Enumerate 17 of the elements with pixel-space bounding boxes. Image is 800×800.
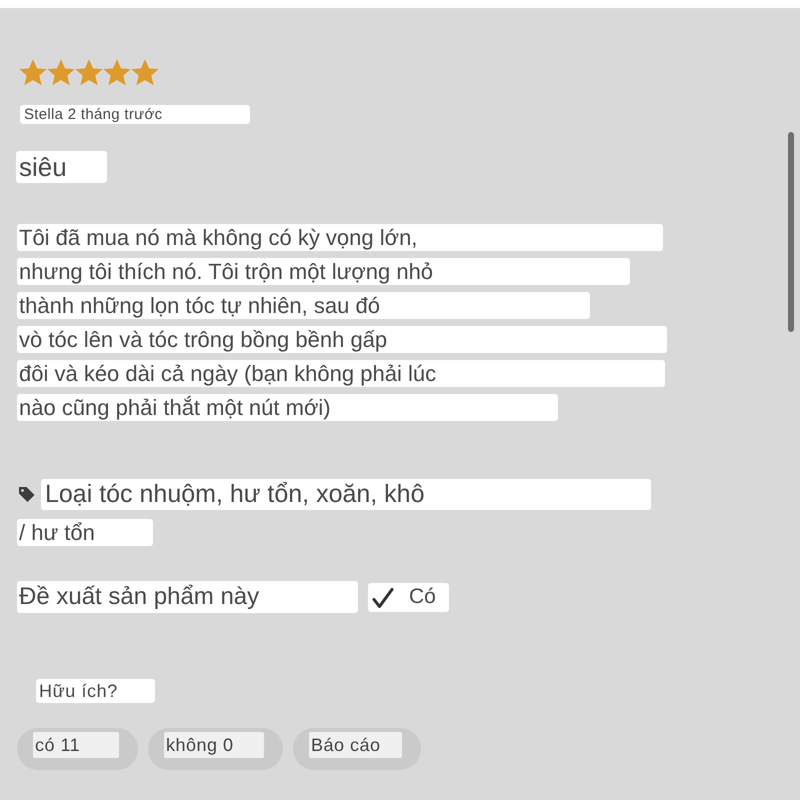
hair-type-text: / hư tổn xyxy=(17,519,153,546)
review-author-date: Stella 2 tháng trước xyxy=(20,105,250,124)
recommend-label: Đề xuất sản phẩm này xyxy=(17,581,358,613)
feedback-button[interactable]: có 11 xyxy=(17,728,138,770)
hair-type-text: Loại tóc nhuộm, hư tổn, xoăn, khô xyxy=(41,479,651,510)
feedback-button[interactable]: không 0 xyxy=(148,728,283,770)
helpful-question: Hữu ích? xyxy=(36,679,155,703)
star-icon xyxy=(19,59,47,87)
star-icon xyxy=(103,59,131,87)
recommend-answer: Có xyxy=(409,585,436,609)
scrollbar-thumb[interactable] xyxy=(788,132,794,332)
star-icon xyxy=(131,59,159,87)
feedback-button[interactable]: Báo cáo xyxy=(293,728,421,770)
tag-icon xyxy=(18,486,36,503)
star-icon xyxy=(47,59,75,87)
review-title: siêu xyxy=(16,151,107,183)
star-icon xyxy=(75,59,103,87)
